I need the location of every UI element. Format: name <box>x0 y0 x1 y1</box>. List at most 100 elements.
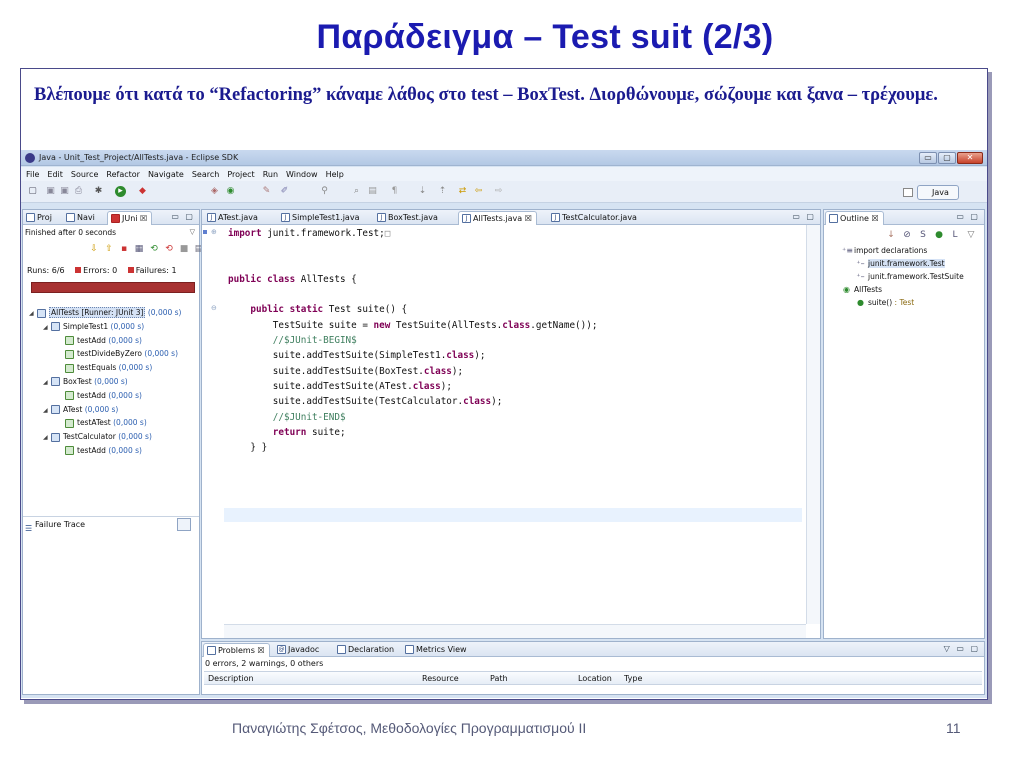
test-case-node[interactable]: testEquals (0,000 s) <box>25 361 201 375</box>
sort-icon[interactable]: ↓ <box>886 230 896 240</box>
rerun-failed-icon[interactable]: ⟲ <box>164 244 174 254</box>
java-perspective-button[interactable]: Java <box>917 185 959 200</box>
test-case-node[interactable]: testAdd (0,000 s) <box>25 334 201 348</box>
view-menu-icon[interactable]: ▽ <box>190 228 195 236</box>
tab-javadoc[interactable]: @ Javadoc <box>274 643 323 657</box>
problems-table-header: Description Resource Path Location Type <box>204 671 982 685</box>
block-selection-icon[interactable]: ▤ <box>367 186 378 197</box>
open-perspective-icon[interactable] <box>903 188 913 197</box>
expand-arrow-icon[interactable]: ◢ <box>43 321 51 334</box>
expand-arrow-icon[interactable]: ◢ <box>43 431 51 444</box>
compare-results-button[interactable] <box>177 518 191 531</box>
menu-file[interactable]: File <box>26 170 39 179</box>
tab-outline[interactable]: Outline ☒ <box>825 211 884 225</box>
menu-edit[interactable]: Edit <box>47 170 63 179</box>
previous-annotation-icon[interactable]: ⇡ <box>437 186 448 197</box>
save-icon[interactable]: ▣ <box>45 186 56 197</box>
editor-minmax-icon[interactable]: ▭ ▢ <box>792 212 816 221</box>
outline-item[interactable]: ⁺≡import declarations <box>828 244 987 257</box>
last-edit-location-icon[interactable]: ⇄ <box>457 186 468 197</box>
outline-minmax-icon[interactable]: ▭ ▢ <box>956 212 980 221</box>
search-icon[interactable]: ⚲ <box>319 186 330 197</box>
test-suite-node[interactable]: ◢ AllTests [Runner: JUnit 3] (0,000 s) <box>25 306 201 320</box>
tab-testcalculator[interactable]: J TestCalculator.java <box>548 211 641 225</box>
next-annotation-icon[interactable]: ⇣ <box>417 186 428 197</box>
column-type[interactable]: Type <box>624 674 642 683</box>
test-case-node[interactable]: testAdd (0,000 s) <box>25 444 201 458</box>
forward-icon[interactable]: ⇨ <box>493 186 504 197</box>
menu-window[interactable]: Window <box>286 170 318 179</box>
run-icon[interactable]: ▸ <box>115 186 126 197</box>
expand-arrow-icon[interactable]: ◢ <box>29 307 37 320</box>
test-case-node[interactable]: testAdd (0,000 s) <box>25 389 201 403</box>
collapsed-imports-icon[interactable]: □ <box>385 228 391 239</box>
menu-run[interactable]: Run <box>263 170 278 179</box>
next-failure-icon[interactable]: ⇩ <box>89 244 99 254</box>
outline-view-menu-icon[interactable]: ▽ <box>966 230 976 240</box>
menu-search[interactable]: Search <box>192 170 219 179</box>
open-type-icon[interactable]: ✎ <box>261 186 272 197</box>
print-icon[interactable]: ⎙ <box>73 186 84 197</box>
rerun-icon[interactable]: ⟲ <box>149 244 159 254</box>
outline-item[interactable]: ● suite() : Test <box>828 296 987 309</box>
code-editor[interactable]: import junit.framework.Test;□ public cla… <box>228 226 800 455</box>
outline-item[interactable]: ◉ AllTests <box>828 283 987 296</box>
menu-refactor[interactable]: Refactor <box>106 170 140 179</box>
bottom-minmax-icon[interactable]: ▽ ▭ ▢ <box>944 644 980 653</box>
back-icon[interactable]: ⇦ <box>473 186 484 197</box>
column-path[interactable]: Path <box>490 674 508 683</box>
menu-source[interactable]: Source <box>71 170 98 179</box>
test-case-node[interactable]: testATest (0,000 s) <box>25 416 201 430</box>
debug-icon[interactable]: ✱ <box>93 186 104 197</box>
tab-metrics-view[interactable]: Metrics View <box>402 643 471 657</box>
view-minmax-icon[interactable]: ▭ ▢ <box>171 212 195 221</box>
tab-navigator[interactable]: Navi <box>63 211 99 225</box>
tab-junit[interactable]: JUni ☒ <box>107 211 153 225</box>
outline-item[interactable]: ⁺– junit.framework.Test <box>828 257 987 270</box>
hide-static-icon[interactable]: S <box>918 230 928 240</box>
minimize-button[interactable]: ▭ <box>919 152 937 164</box>
tab-alltests[interactable]: J AllTests.java ☒ <box>458 211 537 225</box>
menu-project[interactable]: Project <box>227 170 254 179</box>
column-resource[interactable]: Resource <box>422 674 459 683</box>
fold-expand-icon[interactable]: ⊕ <box>211 228 217 236</box>
tab-boxtest[interactable]: J BoxTest.java <box>374 211 442 225</box>
hide-fields-icon[interactable]: ⊘ <box>902 230 912 240</box>
show-whitespace-icon[interactable]: ¶ <box>389 186 400 197</box>
test-suite-node[interactable]: ◢ ATest (0,000 s) <box>25 403 201 417</box>
outline-item[interactable]: ⁺– junit.framework.TestSuite <box>828 270 987 283</box>
editor-horizontal-scrollbar[interactable] <box>224 624 806 638</box>
tab-atest[interactable]: J ATest.java <box>204 211 262 225</box>
tab-declaration[interactable]: Declaration <box>334 643 398 657</box>
tab-problems[interactable]: Problems ☒ <box>203 643 270 657</box>
close-button[interactable]: ✕ <box>957 152 983 164</box>
stop-icon[interactable]: ■ <box>179 244 189 254</box>
previous-failure-icon[interactable]: ⇧ <box>104 244 114 254</box>
test-suite-node[interactable]: ◢ SimpleTest1 (0,000 s) <box>25 320 201 334</box>
tab-simpletest1[interactable]: J SimpleTest1.java <box>278 211 363 225</box>
column-location[interactable]: Location <box>578 674 612 683</box>
menu-navigate[interactable]: Navigate <box>148 170 184 179</box>
external-tools-icon[interactable]: ◆ <box>137 186 148 197</box>
editor-vertical-scrollbar[interactable] <box>806 225 820 624</box>
hide-nonpublic-icon[interactable]: ● <box>934 230 944 240</box>
new-icon[interactable]: ▢ <box>27 186 38 197</box>
save-all-icon[interactable]: ▣ <box>59 186 70 197</box>
menu-help[interactable]: Help <box>326 170 344 179</box>
tab-project-explorer[interactable]: Proj <box>23 211 56 225</box>
show-failures-only-icon[interactable]: ▪ <box>119 244 129 254</box>
new-java-project-icon[interactable]: ◈ <box>209 186 220 197</box>
test-suite-node[interactable]: ◢ TestCalculator (0,000 s) <box>25 430 201 444</box>
expand-arrow-icon[interactable]: ◢ <box>43 376 51 389</box>
test-case-node[interactable]: testDivideByZero (0,000 s) <box>25 347 201 361</box>
fold-collapse-icon[interactable]: ⊖ <box>211 304 217 312</box>
column-description[interactable]: Description <box>208 674 254 683</box>
expand-arrow-icon[interactable]: ◢ <box>43 404 51 417</box>
test-suite-node[interactable]: ◢ BoxTest (0,000 s) <box>25 375 201 389</box>
hide-local-types-icon[interactable]: L <box>950 230 960 240</box>
mark-occurrences-icon[interactable]: ⌕ <box>351 186 362 197</box>
maximize-button[interactable]: ▢ <box>938 152 956 164</box>
scroll-lock-icon[interactable]: ▦ <box>134 244 144 254</box>
new-class-icon[interactable]: ◉ <box>225 186 236 197</box>
open-task-icon[interactable]: ✐ <box>279 186 290 197</box>
